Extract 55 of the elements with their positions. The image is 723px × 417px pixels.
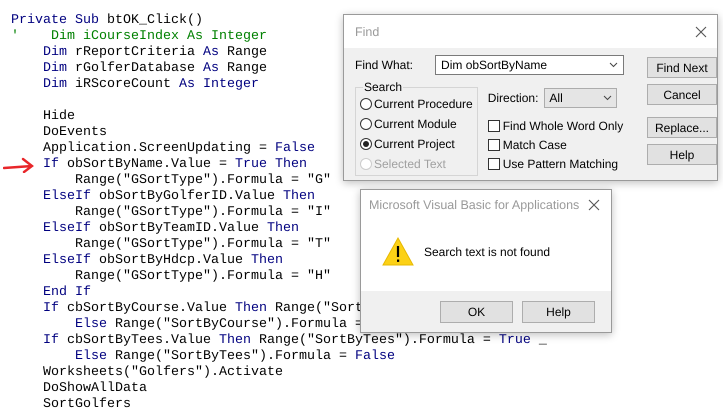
dialog-title: Microsoft Visual Basic for Applications <box>369 198 580 212</box>
find-what-field[interactable]: Dim obSortByName <box>435 55 624 75</box>
code-line: Worksheets("Golfers").Activate <box>43 365 283 380</box>
group-label: Search <box>363 80 404 94</box>
code-line: Else Range("SortByTees").Formula = False <box>75 349 395 364</box>
dialog-button[interactable]: Find Next <box>647 57 717 78</box>
code-line: SortGolfers <box>43 397 131 412</box>
radio-button[interactable] <box>360 98 372 110</box>
code-line: Application.ScreenUpdating = False <box>43 141 315 156</box>
code-line: Dim rReportCriteria As Range <box>43 45 267 60</box>
dropdown-caret-icon[interactable] <box>603 95 612 101</box>
code-line: ' Dim iCourseIndex As Integer <box>11 29 267 44</box>
code-line: DoShowAllData <box>43 381 147 396</box>
code-line: ElseIf obSortByGolferID.Value Then <box>43 189 315 204</box>
code-line: End If <box>43 285 91 300</box>
dialog-title: Find <box>355 24 380 38</box>
radio-label[interactable]: Current Module <box>374 117 457 131</box>
radio-label[interactable]: Current Project <box>374 137 455 151</box>
direction-dropdown[interactable]: All <box>544 88 618 108</box>
checkbox[interactable] <box>488 138 500 150</box>
dialog-button[interactable]: Help <box>522 300 595 322</box>
code-line: ElseIf obSortByTeamID.Value Then <box>43 221 299 236</box>
checkbox-label[interactable]: Find Whole Word Only <box>502 118 624 132</box>
arrow-icon <box>3 157 34 173</box>
radio-button[interactable] <box>360 138 372 150</box>
checkbox[interactable] <box>488 120 500 132</box>
dialog-button[interactable]: Replace... <box>647 117 717 138</box>
close-icon[interactable] <box>695 26 707 38</box>
code-line: Private Sub btOK_Click() <box>11 13 203 28</box>
radio-label[interactable]: Current Procedure <box>374 97 473 111</box>
code-line: DoEvents <box>43 125 107 140</box>
checkbox-label[interactable]: Match Case <box>502 138 567 152</box>
code-line: Range("GSortType").Formula = "H" <box>75 269 331 284</box>
dialog-button[interactable]: Cancel <box>647 84 717 105</box>
code-line: If cbSortByCourse.Value Then Range("Sort <box>43 301 363 316</box>
dialog-button[interactable]: OK <box>440 300 513 322</box>
code-line: Range("GSortType").Formula = "G" <box>75 173 331 188</box>
code-line: Dim iRScoreCount As Integer <box>43 77 259 92</box>
code-line: Range("GSortType").Formula = "I" <box>75 205 331 220</box>
code-line: Hide <box>43 109 75 124</box>
field-label: Find What: <box>355 58 414 72</box>
code-line: ElseIf obSortByHdcp.Value Then <box>43 253 283 268</box>
code-line: Dim rGolferDatabase As Range <box>43 61 267 76</box>
dialog-button[interactable]: Help <box>647 144 717 165</box>
warning-icon <box>382 237 414 266</box>
checkbox-label[interactable]: Use Pattern Matching <box>502 156 618 170</box>
code-line: If obSortByName.Value = True Then <box>43 157 307 172</box>
radio-button[interactable] <box>360 118 372 130</box>
checkbox[interactable] <box>488 158 500 170</box>
close-icon[interactable] <box>588 199 600 211</box>
code-line: If cbSortByTees.Value Then Range("SortByTees").Formula = True _ <box>43 333 547 348</box>
dropdown-caret-icon[interactable] <box>609 62 618 68</box>
field-label: Direction: <box>488 91 538 105</box>
message-text: Search text is not found <box>424 244 550 258</box>
code-line: Range("GSortType").Formula = "T" <box>75 237 331 252</box>
